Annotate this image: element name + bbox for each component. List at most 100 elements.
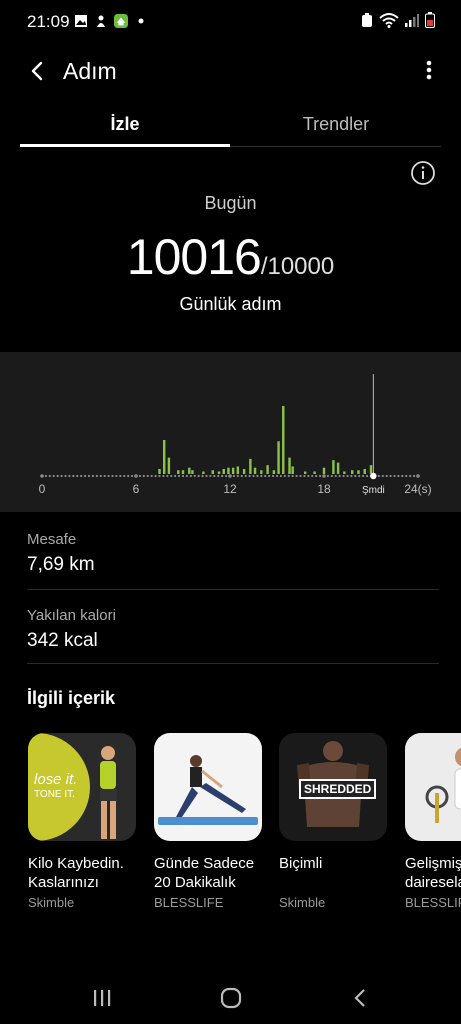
baseline-dot xyxy=(295,474,298,478)
baseline-dot xyxy=(271,474,275,478)
hourly-step-chart[interactable]: 0 6 12 18 Şmdi 24(s) xyxy=(0,352,461,512)
chart-bar xyxy=(227,467,230,474)
home-icon[interactable] xyxy=(216,986,246,1010)
content-card[interactable]: Günde Sadece 20 Dakikalık Egzersiz BLESS… xyxy=(154,733,264,910)
divider xyxy=(27,589,439,590)
baseline-dot xyxy=(44,474,48,478)
baseline-dot xyxy=(52,474,55,478)
baseline-dot xyxy=(405,474,408,478)
card-source: Skimble xyxy=(279,895,326,910)
baseline-dot xyxy=(256,474,259,478)
baseline-dot xyxy=(80,474,83,478)
baseline-dot xyxy=(291,474,294,478)
info-icon[interactable] xyxy=(410,160,436,186)
card-title: Kilo Kaybedin. Kaslarınızı Şekillendirin xyxy=(28,855,124,891)
baseline-dot xyxy=(260,474,263,478)
chart-bar xyxy=(249,458,252,474)
chart-bar xyxy=(322,467,326,474)
baseline-dot xyxy=(87,474,91,478)
baseline-dot xyxy=(162,474,165,478)
card-source: BLESSLIFE xyxy=(405,895,461,910)
related-content-title: İlgili içerik xyxy=(27,688,116,708)
tab-trendler[interactable]: Trendler xyxy=(231,104,441,148)
baseline-dot xyxy=(48,474,51,478)
card-title: Biçimli xyxy=(279,855,323,872)
baseline-dot xyxy=(56,474,59,478)
baseline-dot xyxy=(150,474,153,478)
baseline-dot xyxy=(142,474,145,478)
baseline-dot xyxy=(401,474,404,478)
steps-goal: /10000 xyxy=(260,253,335,280)
dot-icon xyxy=(138,18,144,24)
baseline-dot xyxy=(264,474,267,478)
chart-bar xyxy=(266,465,269,474)
calorie-stat: Yakılan kalori 342 kcal xyxy=(27,607,116,652)
baseline-dot xyxy=(40,474,44,478)
content-card[interactable]: lose it. TONE IT. Kilo Kaybedin. Kasları… xyxy=(28,733,138,910)
thumb-text: lose it. xyxy=(34,771,78,788)
baseline-dot xyxy=(318,474,322,478)
x-tick-label: 24(s) xyxy=(404,482,431,496)
chart-bar xyxy=(163,439,166,474)
baseline-dot xyxy=(248,474,251,478)
chart-bar xyxy=(191,470,194,474)
related-content-carousel[interactable]: lose it. TONE IT. Kilo Kaybedin. Kasları… xyxy=(28,733,461,923)
chart-bar xyxy=(217,471,221,474)
tab-izle[interactable]: İzle xyxy=(20,104,230,148)
baseline-dot xyxy=(166,474,169,478)
baseline-dot xyxy=(119,474,122,478)
baseline-dot xyxy=(346,474,349,478)
chart-bar xyxy=(236,466,240,474)
person-icon xyxy=(97,15,105,27)
status-bar: 21:09 xyxy=(0,0,461,44)
baseline-dot xyxy=(338,474,341,478)
baseline-dot xyxy=(362,474,365,478)
back-nav-icon[interactable] xyxy=(345,986,375,1010)
steps-label: Günlük adım xyxy=(179,294,282,314)
chart-bar xyxy=(313,471,316,474)
baseline-dot xyxy=(68,474,71,478)
content-card[interactable]: SHREDDED Biçimli Skimble xyxy=(279,733,389,910)
calorie-value: 342 kcal xyxy=(27,630,98,651)
baseline-dot xyxy=(138,474,142,478)
baseline-dot xyxy=(416,474,420,478)
page-title: Adım xyxy=(63,58,117,84)
runner-figure xyxy=(100,746,117,839)
card-source: BLESSLIFE xyxy=(154,895,224,910)
chart-bar xyxy=(260,470,263,474)
baseline-dot xyxy=(315,474,318,478)
more-options-icon[interactable] xyxy=(421,58,437,84)
x-tick-label: Şmdi xyxy=(362,485,385,496)
baseline-dot xyxy=(224,474,228,478)
baseline-dot xyxy=(154,474,157,478)
signal-icon xyxy=(405,14,419,27)
chart-bar xyxy=(369,465,373,474)
baseline-dot xyxy=(146,474,149,478)
baseline-dot xyxy=(193,474,196,478)
baseline-dot xyxy=(311,474,314,478)
distance-label: Mesafe xyxy=(27,531,77,548)
notification-icons xyxy=(74,14,148,28)
baseline-dot xyxy=(170,474,173,478)
chart-bar xyxy=(231,467,235,474)
thumb-text: SHREDDED xyxy=(299,779,377,799)
baseline-dot xyxy=(158,474,161,478)
chart-bar xyxy=(336,462,340,474)
recent-apps-icon[interactable] xyxy=(87,986,117,1010)
chart-bar xyxy=(351,470,354,474)
baseline-dot xyxy=(268,474,271,478)
baseline-dot xyxy=(389,474,392,478)
chart-bar xyxy=(253,467,257,474)
chart-bar xyxy=(177,470,180,474)
status-time: 21:09 xyxy=(27,12,70,31)
now-marker xyxy=(370,472,377,480)
chart-bar xyxy=(222,468,225,474)
baseline-dot xyxy=(409,474,412,478)
back-icon[interactable] xyxy=(24,56,54,86)
baseline-dot xyxy=(64,474,67,478)
baseline-dot xyxy=(279,474,283,478)
content-card[interactable]: Gelişmiş daireselantrenman BLESSLIFE xyxy=(405,733,461,910)
x-tick-label: 12 xyxy=(223,482,237,496)
x-tick-label: 0 xyxy=(39,482,46,496)
chart-bar xyxy=(167,457,171,474)
